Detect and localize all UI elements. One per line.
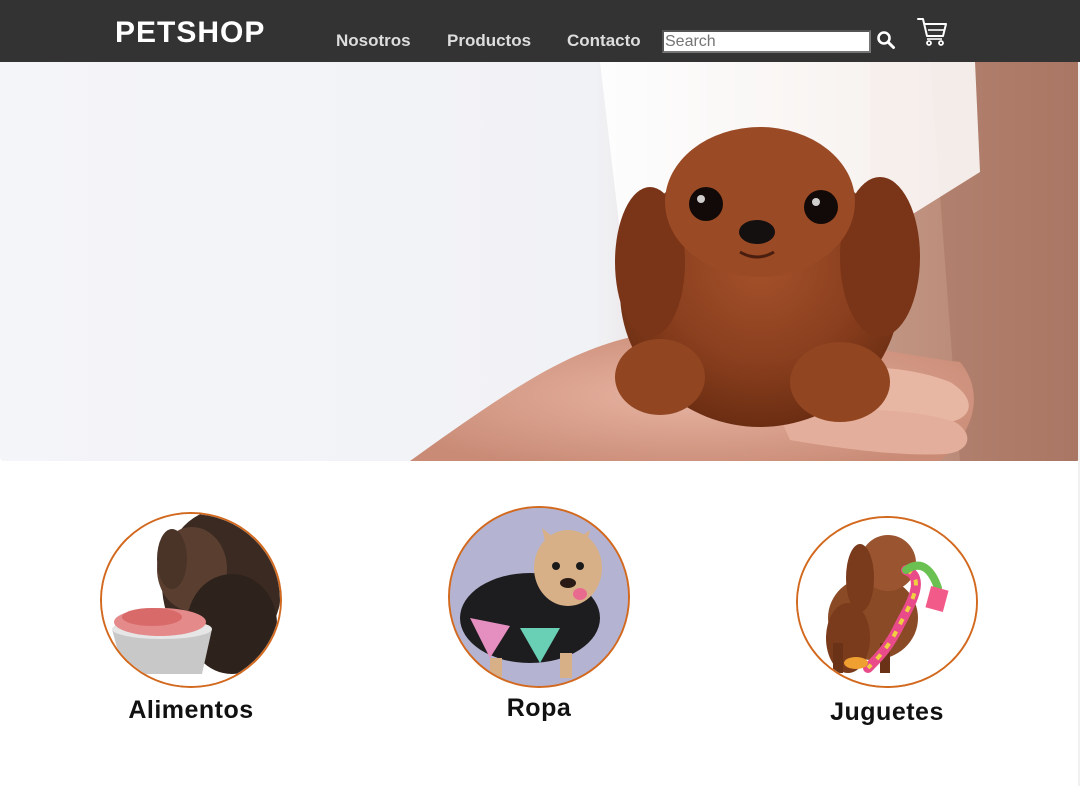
nav-link-nosotros[interactable]: Nosotros — [336, 31, 411, 51]
category-image-ropa[interactable] — [448, 506, 630, 688]
category-label-ropa[interactable]: Ropa — [409, 694, 669, 723]
category-juguetes[interactable]: Juguetes — [757, 516, 1017, 727]
brand-logo[interactable]: PETSHOP — [115, 16, 265, 50]
category-alimentos[interactable]: Alimentos — [61, 512, 321, 725]
navbar: PETSHOP Nosotros Productos Contacto — [0, 0, 1080, 62]
search-input[interactable] — [662, 30, 871, 53]
category-ropa[interactable]: Ropa — [409, 506, 669, 723]
category-label-alimentos[interactable]: Alimentos — [61, 696, 321, 725]
nav-link-productos[interactable]: Productos — [447, 31, 531, 51]
search-icon[interactable] — [876, 30, 896, 50]
hero-puppy-image — [0, 62, 1080, 461]
hero-banner — [0, 62, 1080, 461]
category-label-juguetes[interactable]: Juguetes — [757, 698, 1017, 727]
category-image-juguetes[interactable] — [796, 516, 978, 688]
cart-icon[interactable] — [916, 15, 948, 47]
nav-link-contacto[interactable]: Contacto — [567, 31, 641, 51]
category-image-alimentos[interactable] — [100, 512, 282, 688]
